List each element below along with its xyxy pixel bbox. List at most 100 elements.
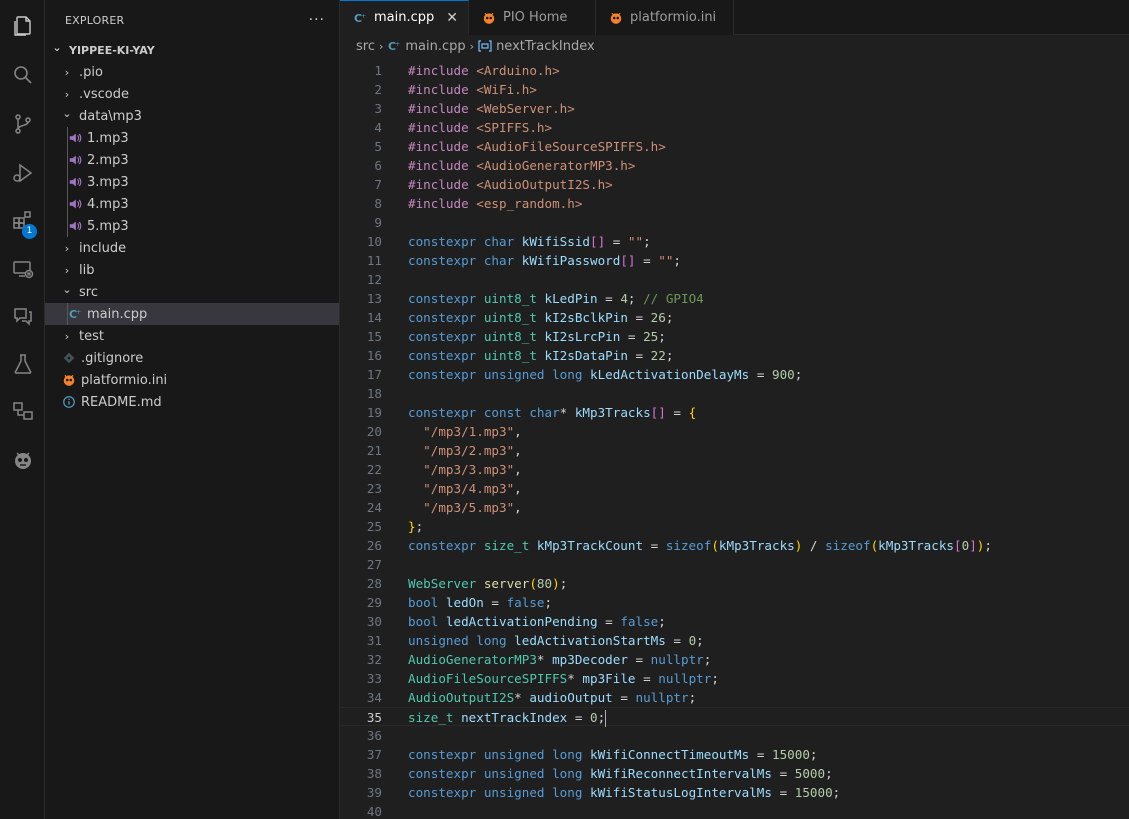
file-item[interactable]: platformio.ini [45,369,339,391]
code-line[interactable]: 5 #include <AudioFileSourceSPIFFS.h> [340,137,1129,156]
line-number: 25 [366,519,382,534]
run-debug-icon[interactable] [0,153,45,193]
code-line[interactable]: 17 constexpr unsigned long kLedActivation… [340,365,1129,384]
code-line[interactable]: 26 constexpr size_t kMp3TrackCount = size… [340,536,1129,555]
code-line[interactable]: 11 constexpr char kWifiPassword[] = ""; [340,251,1129,270]
code-line[interactable]: 32 AudioGeneratorMP3* mp3Decoder = nullpt… [340,650,1129,669]
search-icon[interactable] [0,55,45,95]
folder-item[interactable]: ⌄ data\mp3 [45,105,339,127]
code-line[interactable]: 35 size_t nextTrackIndex = 0; [340,707,1129,727]
folder-item[interactable]: ⌄ src [45,281,339,303]
chevron-right-icon: › [64,263,70,277]
code-line[interactable]: 7 #include <AudioOutputI2S.h> [340,175,1129,194]
file-item[interactable]: .gitignore [45,347,339,369]
code-token: ( [711,538,719,553]
folder-item[interactable]: › lib [45,259,339,281]
chat-icon[interactable] [0,296,45,336]
code-text: constexpr unsigned long kWifiReconnectIn… [408,764,833,783]
code-line[interactable]: 28 WebServer server(80); [340,574,1129,593]
source-control-icon[interactable] [0,104,45,144]
code-line[interactable]: 23 "/mp3/4.mp3", [340,479,1129,498]
code-line[interactable]: 39 constexpr unsigned long kWifiStatusLog… [340,783,1129,802]
platformio-icon[interactable] [0,440,45,480]
files-icon[interactable] [0,6,45,46]
file-item[interactable]: 4.mp3 [45,193,339,215]
breadcrumb-item[interactable]: main.cpp [405,39,465,54]
code-token: uint8_t [483,291,545,306]
code-line[interactable]: 6 #include <AudioGeneratorMP3.h> [340,156,1129,175]
code-line[interactable]: 16 constexpr uint8_t kI2sDataPin = 22; [340,346,1129,365]
breadcrumb-item[interactable]: nextTrackIndex [496,39,595,54]
chevron-right-icon: › [64,241,70,255]
code-line[interactable]: 18 [340,384,1129,403]
code-line[interactable]: 25}; [340,517,1129,536]
code-token: uint8_t [483,310,545,325]
line-number: 20 [366,424,382,439]
folder-item[interactable]: › include [45,237,339,259]
containers-icon[interactable] [0,391,45,431]
code-line[interactable]: 21 "/mp3/2.mp3", [340,441,1129,460]
code-line[interactable]: 19 constexpr const char* kMp3Tracks[] = { [340,403,1129,422]
code-line[interactable]: 36 [340,726,1129,745]
code-line[interactable]: 14 constexpr uint8_t kI2sBclkPin = 26; [340,308,1129,327]
platformio-icon [608,10,624,26]
file-item[interactable]: C + main.cpp [45,303,339,325]
file-item[interactable]: 2.mp3 [45,149,339,171]
code-token: 80 [536,576,553,591]
tree-item-label: 5.mp3 [87,218,129,234]
code-line[interactable]: 10 constexpr char kWifiSsid[] = ""; [340,232,1129,251]
folder-item[interactable]: › .pio [45,61,339,83]
line-number: 27 [366,557,382,572]
extensions-badge: 1 [22,224,37,239]
code-line[interactable]: 12 [340,270,1129,289]
folder-item[interactable]: › .vscode [45,83,339,105]
more-actions-icon[interactable]: ··· [309,12,325,28]
code-line[interactable]: 20 "/mp3/1.mp3", [340,422,1129,441]
extensions-icon[interactable]: 1 [0,200,45,240]
file-item[interactable]: 5.mp3 [45,215,339,237]
code-line[interactable]: 13 constexpr uint8_t kLedPin = 4; // GPIO… [340,289,1129,308]
breadcrumb-item[interactable]: src [356,39,375,54]
code-line[interactable]: 29 bool ledOn = false; [340,593,1129,612]
line-number: 26 [366,538,382,553]
code-token: ] [969,538,977,553]
code-line[interactable]: 1 #include <Arduino.h> [340,61,1129,80]
line-number: 28 [366,576,382,591]
testing-icon[interactable] [0,344,45,384]
code-token: bool [408,614,446,629]
code-line[interactable]: 38 constexpr unsigned long kWifiReconnect… [340,764,1129,783]
code-line[interactable]: 33 AudioFileSourceSPIFFS* mp3File = nullp… [340,669,1129,688]
file-item[interactable]: README.md [45,391,339,413]
code-line[interactable]: 30 bool ledActivationPending = false; [340,612,1129,631]
file-item[interactable]: 3.mp3 [45,171,339,193]
code-line[interactable]: 4 #include <SPIFFS.h> [340,118,1129,137]
code-editor[interactable]: 1 #include <Arduino.h> 2 #include <WiFi.h> 3… [340,61,1129,819]
code-line[interactable]: 15 constexpr uint8_t kI2sLrcPin = 25; [340,327,1129,346]
remote-explorer-icon[interactable] [0,249,45,289]
code-line[interactable]: 40 [340,802,1129,819]
code-token: #include [408,139,477,154]
close-icon[interactable]: ✕ [446,10,458,26]
code-line[interactable]: 24 "/mp3/5.mp3", [340,498,1129,517]
code-token: = [635,671,659,686]
code-line[interactable]: 8 #include <esp_random.h> [340,194,1129,213]
code-line[interactable]: 31 unsigned long ledActivationStartMs = 0… [340,631,1129,650]
code-line[interactable]: 2 #include <WiFi.h> [340,80,1129,99]
tab-platformio-ini[interactable]: platformio.ini [596,0,734,35]
file-item[interactable]: 1.mp3 [45,127,339,149]
folder-item[interactable]: › test [45,325,339,347]
tab-main-cpp[interactable]: C + main.cpp ✕ [340,0,469,35]
code-line[interactable]: 27 [340,555,1129,574]
line-number: 15 [366,329,382,344]
workspace-root[interactable]: ⌄ YIPPEE-KI-YAY [45,39,339,61]
code-line[interactable]: 3 #include <WebServer.h> [340,99,1129,118]
code-line[interactable]: 9 [340,213,1129,232]
code-line[interactable]: 22 "/mp3/3.mp3", [340,460,1129,479]
code-line[interactable]: 37 constexpr unsigned long kWifiConnectTi… [340,745,1129,764]
code-line[interactable]: 34 AudioOutputI2S* audioOutput = nullptr; [340,688,1129,707]
audio-file-icon [67,174,83,190]
code-token: constexpr [408,747,484,762]
tab-pio-home[interactable]: PIO Home [469,0,596,35]
svg-text:+: + [76,309,81,316]
